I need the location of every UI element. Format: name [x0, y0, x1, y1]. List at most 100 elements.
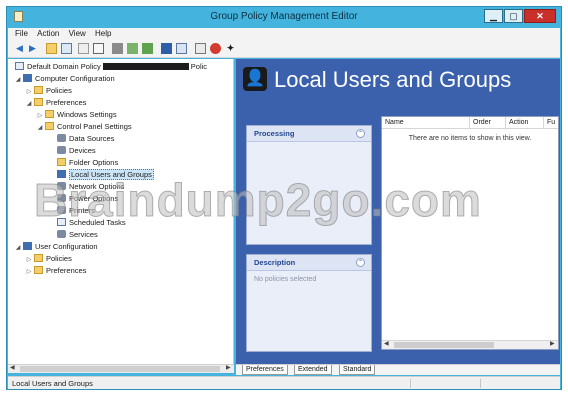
- tree-item-windows-settings[interactable]: ▷ Windows Settings: [36, 109, 117, 121]
- tree-item-user-policies[interactable]: ▷ Policies: [25, 253, 72, 265]
- printer-icon: [57, 206, 66, 214]
- console-tree: Default Domain Policy Polic ◢ Computer Con…: [8, 59, 234, 364]
- redacted-text: [102, 63, 189, 70]
- tree-root[interactable]: Default Domain Policy Polic: [14, 61, 207, 73]
- description-panel: Description ⌃ No policies selected: [246, 254, 372, 352]
- tree-item-local-users-and-groups[interactable]: Local Users and Groups: [56, 169, 154, 181]
- collapse-icon[interactable]: ◢: [25, 98, 33, 110]
- maximize-button[interactable]: ▢: [504, 9, 523, 23]
- tree-item-power-options[interactable]: Power Options: [56, 193, 118, 205]
- menu-view[interactable]: View: [69, 28, 86, 40]
- tree-item-data-sources[interactable]: Data Sources: [56, 133, 114, 145]
- back-icon[interactable]: ◀: [14, 43, 25, 54]
- app-window: Group Policy Management Editor ▁ ▢ ✕ Fil…: [6, 6, 562, 390]
- properties-icon[interactable]: [127, 43, 138, 54]
- tree-item-devices[interactable]: Devices: [56, 145, 96, 157]
- tree-item-computer-configuration[interactable]: ◢ Computer Configuration: [14, 73, 115, 85]
- scroll-thumb[interactable]: [394, 342, 494, 348]
- menu-help[interactable]: Help: [95, 28, 111, 40]
- column-fu[interactable]: Fu: [544, 117, 558, 129]
- folder-options-icon: [57, 158, 66, 166]
- column-order[interactable]: Order: [470, 117, 506, 129]
- up-icon[interactable]: [46, 43, 57, 54]
- empty-message: There are no items to show in this view.: [408, 135, 532, 142]
- folder-icon: [34, 98, 43, 106]
- tree-item-policies[interactable]: ▷ Policies: [25, 85, 72, 97]
- menu-action[interactable]: Action: [37, 28, 59, 40]
- scheduled-tasks-icon: [57, 218, 66, 226]
- close-button[interactable]: ✕: [524, 9, 556, 23]
- pane-title: Local Users and Groups: [274, 67, 512, 92]
- collapse-icon[interactable]: ◢: [14, 242, 22, 254]
- policy-icon: [15, 62, 24, 70]
- users-groups-icon: 👤: [243, 67, 267, 91]
- status-bar: Local Users and Groups: [8, 376, 560, 389]
- processing-body: [247, 142, 371, 152]
- column-name[interactable]: Name: [382, 117, 470, 129]
- add-icon[interactable]: ✦: [225, 43, 236, 54]
- folder-icon: [34, 266, 43, 274]
- scroll-right-icon[interactable]: ▶: [226, 364, 231, 371]
- collapse-icon[interactable]: ⌃: [356, 258, 365, 267]
- scroll-thumb[interactable]: [20, 366, 220, 372]
- scroll-left-icon[interactable]: ◀: [10, 364, 15, 371]
- copy-icon[interactable]: [78, 43, 89, 54]
- status-divider: [410, 379, 411, 388]
- tab-strip: Preferences Extended Standard: [236, 364, 560, 375]
- tree-item-services[interactable]: Services: [56, 229, 98, 241]
- expand-icon[interactable]: ◢: [14, 74, 22, 86]
- folder-icon: [45, 110, 54, 118]
- description-body: No policies selected: [254, 276, 317, 283]
- folder-icon: [34, 86, 43, 94]
- menu-bar: File Action View Help: [8, 28, 560, 40]
- collapse-icon[interactable]: ⌃: [356, 129, 365, 138]
- stop-icon[interactable]: [210, 43, 221, 54]
- processing-panel: Processing ⌃: [246, 125, 372, 245]
- status-divider: [480, 379, 481, 388]
- devices-icon: [57, 146, 66, 154]
- tree-item-scheduled-tasks[interactable]: Scheduled Tasks: [56, 217, 126, 229]
- scroll-left-icon[interactable]: ◀: [384, 340, 389, 347]
- list-horizontal-scrollbar[interactable]: ◀ ▶: [382, 340, 558, 349]
- tree-item-user-preferences[interactable]: ▷ Preferences: [25, 265, 86, 277]
- list-icon[interactable]: [176, 43, 187, 54]
- toolbar: ◀ ▶ ✦: [8, 40, 560, 58]
- export-icon[interactable]: [142, 43, 153, 54]
- scroll-right-icon[interactable]: ▶: [550, 340, 555, 347]
- expand-icon[interactable]: ▷: [25, 266, 33, 278]
- print-icon[interactable]: [195, 43, 206, 54]
- processing-heading: Processing: [247, 126, 371, 142]
- delete-icon[interactable]: [93, 43, 104, 54]
- tab-preferences[interactable]: Preferences: [242, 365, 288, 375]
- services-icon: [57, 230, 66, 238]
- details-pane: 👤 Local Users and Groups Processing ⌃ De…: [236, 59, 560, 364]
- tab-standard[interactable]: Standard: [339, 365, 376, 375]
- show-tree-icon[interactable]: [61, 43, 72, 54]
- status-text: Local Users and Groups: [12, 379, 93, 388]
- help-icon[interactable]: [161, 43, 172, 54]
- tab-extended[interactable]: Extended: [294, 365, 332, 375]
- minimize-button[interactable]: ▁: [484, 9, 503, 23]
- power-icon: [57, 194, 66, 202]
- forward-icon[interactable]: ▶: [27, 43, 38, 54]
- tree-item-control-panel-settings[interactable]: ◢ Control Panel Settings: [36, 121, 132, 133]
- user-config-icon: [23, 242, 32, 250]
- new-icon[interactable]: [112, 43, 123, 54]
- tree-item-network-options[interactable]: Network Options: [56, 181, 124, 193]
- users-icon: [57, 170, 66, 178]
- tree-item-folder-options[interactable]: Folder Options: [56, 157, 118, 169]
- items-list[interactable]: Name Order Action Fu There are no items …: [381, 116, 559, 350]
- tree-horizontal-scrollbar[interactable]: ◀ ▶: [8, 364, 234, 373]
- tree-item-user-configuration[interactable]: ◢ User Configuration: [14, 241, 98, 253]
- tree-item-preferences[interactable]: ◢ Preferences: [25, 97, 86, 109]
- computer-icon: [23, 74, 32, 82]
- collapse-icon[interactable]: ◢: [36, 122, 44, 134]
- tree-item-printers[interactable]: Printers: [56, 205, 95, 217]
- title-bar[interactable]: Group Policy Management Editor ▁ ▢ ✕: [7, 7, 561, 27]
- network-icon: [57, 182, 66, 190]
- column-action[interactable]: Action: [506, 117, 544, 129]
- menu-file[interactable]: File: [15, 28, 28, 40]
- column-headers: Name Order Action Fu: [382, 117, 558, 129]
- data-sources-icon: [57, 134, 66, 142]
- folder-icon: [34, 254, 43, 262]
